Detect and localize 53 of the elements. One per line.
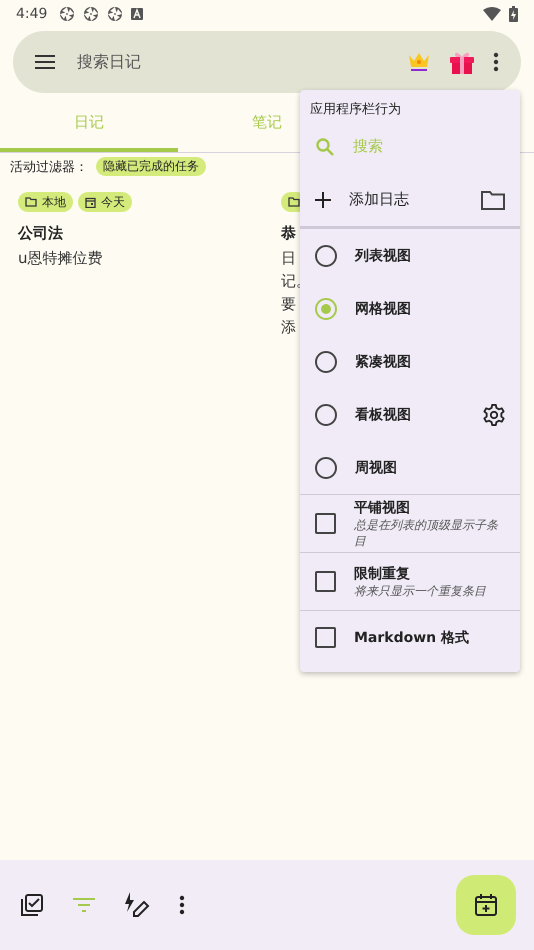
card-text: 添 — [281, 319, 296, 335]
more-icon[interactable] — [493, 52, 499, 72]
card-text: 日 — [281, 250, 296, 266]
battery-icon — [509, 6, 518, 22]
search-bar[interactable]: 搜索日记 — [13, 31, 521, 93]
card-title: 恭 — [281, 224, 296, 243]
radio-button[interactable] — [315, 350, 337, 372]
bolt-pencil-icon[interactable] — [124, 892, 150, 918]
menu-item[interactable]: 添加日志 — [300, 173, 520, 226]
card-title: 公司法 — [18, 224, 63, 243]
app-notification-icon — [83, 6, 100, 22]
tag-chip[interactable]: 今天 — [78, 192, 132, 212]
gift-icon[interactable] — [449, 50, 475, 74]
radio-button[interactable] — [315, 404, 337, 426]
checkbox[interactable] — [315, 513, 336, 534]
calendar-icon — [85, 196, 96, 208]
radio-button[interactable] — [315, 244, 337, 266]
menu-item[interactable]: 平铺视图 总是在列表的顶级显示子条目 — [300, 495, 520, 552]
filter-label: 活动过滤器： — [10, 158, 88, 176]
menu-item[interactable]: 周视图 — [300, 441, 520, 494]
folder-icon — [288, 197, 300, 207]
menu-item[interactable]: 限制重复 将来只显示一个重复条目 — [300, 553, 520, 610]
menu-icon[interactable] — [35, 55, 55, 69]
radio-button[interactable] — [315, 298, 337, 320]
wifi-icon — [483, 7, 501, 21]
search-icon — [315, 136, 335, 156]
status-time: 4:49 — [16, 6, 48, 22]
menu-item[interactable]: 列表视图 — [300, 229, 520, 282]
menu-header: 应用程序栏行为 — [309, 101, 402, 119]
more-icon[interactable] — [179, 895, 185, 915]
radio-button[interactable] — [315, 456, 337, 478]
menu-item[interactable]: 紧凑视图 — [300, 335, 520, 388]
checkbox[interactable] — [315, 627, 336, 648]
plus-icon — [315, 192, 331, 208]
app-notification-icon — [107, 6, 124, 22]
add-entry-button[interactable] — [456, 875, 516, 935]
menu-item[interactable]: Markdown 格式 — [300, 611, 520, 664]
checkbox[interactable] — [315, 571, 336, 592]
app-notification-icon — [59, 6, 76, 22]
calendar-add-icon — [474, 893, 498, 917]
card-text: u恩特摊位费 — [18, 250, 103, 266]
search-placeholder: 搜索日记 — [77, 52, 142, 72]
folder-icon — [25, 197, 37, 207]
filter-chip[interactable]: 隐藏已完成的任务 — [96, 157, 206, 176]
menu-item[interactable]: 网格视图 — [300, 282, 520, 335]
folder-icon[interactable] — [481, 190, 505, 210]
keyboard-notification-icon — [131, 8, 144, 20]
checklist-icon[interactable] — [20, 893, 44, 917]
menu-item[interactable]: 看板视图 — [300, 388, 520, 441]
card-text: 要 — [281, 296, 296, 312]
tag-chip[interactable]: 本地 — [18, 192, 73, 212]
settings-icon[interactable] — [483, 404, 505, 426]
crown-icon[interactable] — [407, 51, 431, 73]
